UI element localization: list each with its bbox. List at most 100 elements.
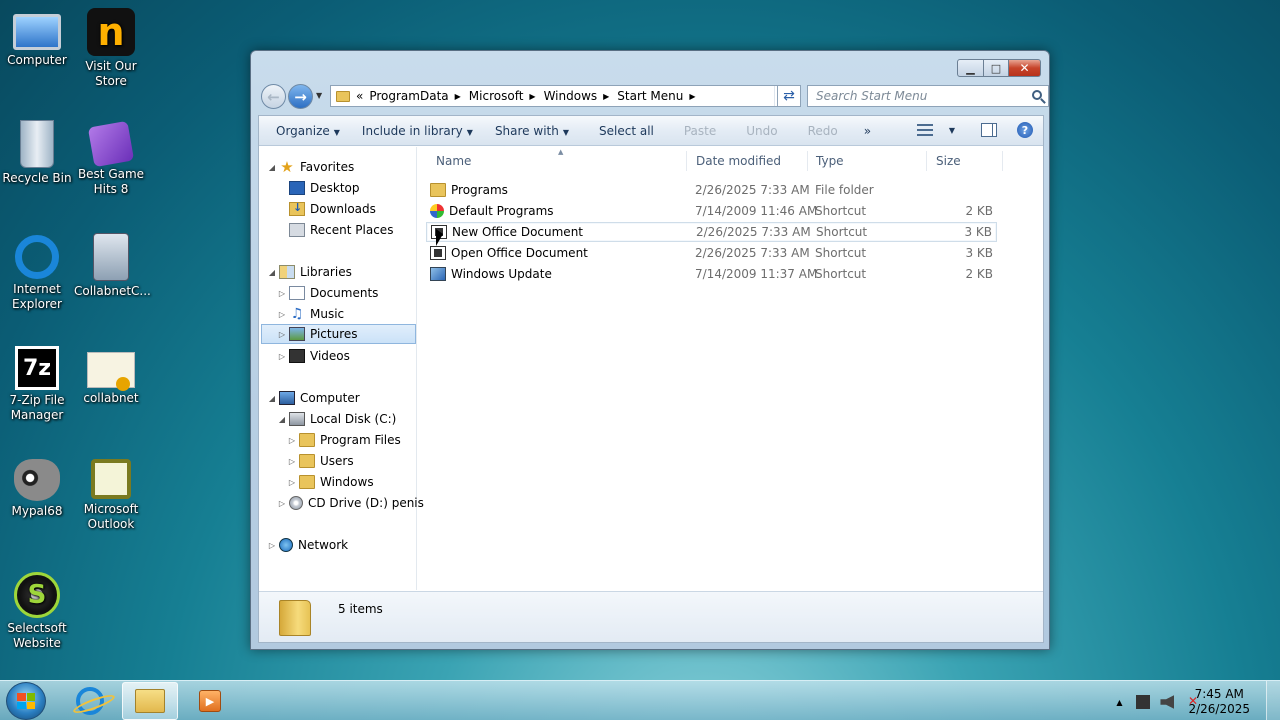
breadcrumb-microsoft[interactable]: Microsoft (469, 89, 524, 103)
expand-arrow-icon[interactable]: ▷ (267, 541, 277, 550)
nav-label: Desktop (310, 181, 360, 195)
expand-arrow-icon[interactable]: ▷ (277, 352, 287, 361)
chevron-right-icon[interactable]: ▶ (455, 92, 461, 101)
desktop-icon-internet-explorer[interactable]: Internet Explorer (0, 233, 74, 312)
column-header-type[interactable]: Type (808, 151, 927, 171)
desktop-icon-recycle-bin[interactable]: Recycle Bin (0, 120, 74, 186)
nav-favorites[interactable]: ◢ ★ Favorites (267, 157, 354, 177)
command-bar: Organize ▼ Include in library ▼ Share with… (259, 116, 1043, 146)
taskbar-media-player[interactable]: ▶ (182, 682, 238, 720)
recent-pages-dropdown[interactable]: ▼ (316, 91, 322, 100)
desktop-icon-selectsoft[interactable]: S Selectsoft Website (0, 572, 74, 651)
system-tray: ▲ 7:45 AM 2/26/2025 (1116, 687, 1250, 717)
expand-arrow-icon[interactable]: ▷ (287, 457, 297, 466)
breadcrumb-start-menu[interactable]: Start Menu (617, 89, 683, 103)
search-input[interactable]: Search Start Menu (807, 85, 1049, 107)
nav-computer[interactable]: ◢ Computer (267, 388, 360, 408)
desktop-icon-computer[interactable]: Computer (0, 8, 74, 68)
desktop-icon-microsoft-outlook[interactable]: Microsoft Outlook (74, 459, 148, 532)
show-desktop-button[interactable] (1266, 681, 1280, 720)
maximize-button[interactable]: □ (984, 59, 1009, 77)
action-center-flag-icon[interactable] (1136, 695, 1151, 709)
nav-label: Music (310, 307, 345, 321)
share-with-button[interactable]: Share with ▼ (486, 124, 578, 138)
nav-recent-places[interactable]: Recent Places (289, 220, 393, 240)
select-all-button[interactable]: Select all (590, 124, 663, 138)
taskbar-internet-explorer[interactable] (62, 682, 118, 720)
breadcrumb-windows[interactable]: Windows (544, 89, 598, 103)
desktop-icon-collabnetc[interactable]: CollabnetC... (74, 233, 151, 299)
nav-cd-drive[interactable]: ▷ CD Drive (D:) penis (277, 493, 424, 513)
expand-arrow-icon[interactable]: ◢ (267, 268, 277, 277)
file-row[interactable]: Programs 2/26/2025 7:33 AM File folder (426, 180, 997, 200)
address-bar[interactable]: « ProgramData ▶ Microsoft ▶ Windows ▶ St… (330, 85, 797, 107)
expand-arrow-icon[interactable]: ◢ (277, 415, 287, 424)
forward-button[interactable]: → (288, 84, 313, 109)
nav-downloads[interactable]: Downloads (289, 199, 376, 219)
nav-pictures[interactable]: ▷ Pictures (261, 324, 416, 344)
nav-program-files[interactable]: ▷ Program Files (287, 430, 401, 450)
back-button[interactable]: ← (261, 84, 286, 109)
expand-arrow-icon[interactable]: ▷ (287, 436, 297, 445)
nav-music[interactable]: ▷ ♫ Music (277, 304, 344, 324)
volume-muted-icon[interactable] (1160, 695, 1175, 709)
nav-users[interactable]: ▷ Users (287, 451, 354, 471)
desktop-icon-label: Microsoft Outlook (83, 502, 139, 531)
change-view-icon[interactable] (916, 124, 933, 136)
include-in-library-button[interactable]: Include in library ▼ (353, 124, 482, 138)
windows-logo-icon (17, 693, 35, 709)
expand-arrow-icon[interactable]: ◢ (267, 394, 277, 403)
column-label: Date modified (696, 154, 782, 168)
expand-arrow-icon[interactable]: ◢ (267, 163, 277, 172)
expand-arrow-icon[interactable]: ▷ (277, 310, 287, 319)
refresh-button[interactable]: ⇄ (777, 85, 801, 107)
desktop-icon-visit-our-store[interactable]: n Visit Our Store (74, 8, 148, 89)
chevron-right-icon[interactable]: ▶ (603, 92, 609, 101)
show-hidden-icons-icon[interactable]: ▲ (1116, 698, 1122, 707)
file-name-cell: New Office Document (431, 225, 583, 239)
desktop-icon-mypal68[interactable]: Mypal68 (0, 459, 74, 519)
nav-windows[interactable]: ▷ Windows (287, 472, 374, 492)
expand-arrow-icon[interactable]: ▷ (277, 289, 287, 298)
breadcrumb-overflow[interactable]: « (356, 89, 363, 103)
column-label: Name (436, 154, 472, 168)
desktop-icon-collabnet[interactable]: collabnet (74, 346, 148, 406)
search-icon[interactable] (1032, 90, 1042, 100)
desktop-icon-label: collabnet (83, 391, 139, 405)
collabnet-app-icon (93, 233, 129, 281)
breadcrumb-programdata[interactable]: ProgramData (369, 89, 448, 103)
desktop-icon-best-game-hits[interactable]: Best Game Hits 8 (74, 120, 148, 197)
expand-arrow-icon[interactable]: ▷ (287, 478, 297, 487)
column-header-size[interactable]: Size (928, 151, 1003, 171)
more-commands-button[interactable]: » (855, 124, 880, 138)
chevron-right-icon[interactable]: ▶ (689, 92, 695, 101)
default-programs-icon (430, 204, 444, 218)
nav-documents[interactable]: ▷ Documents (277, 283, 378, 303)
nav-videos[interactable]: ▷ Videos (277, 346, 350, 366)
file-row[interactable]: New Office Document 2/26/2025 7:33 AM Sh… (426, 222, 997, 242)
view-options-dropdown[interactable]: ▼ (949, 126, 955, 135)
desktop-icon-7zip[interactable]: 7z 7-Zip File Manager (0, 346, 74, 423)
redo-button: Redo (807, 123, 838, 138)
expand-arrow-icon[interactable]: ▷ (277, 330, 287, 339)
minimize-button[interactable]: ▁ (957, 59, 984, 77)
nav-network[interactable]: ▷ Network (267, 535, 348, 555)
nav-desktop[interactable]: Desktop (289, 178, 360, 198)
nav-local-disk[interactable]: ◢ Local Disk (C:) (277, 409, 396, 429)
file-row[interactable]: Windows Update 7/14/2009 11:37 AM Shortc… (426, 264, 997, 284)
file-row[interactable]: Default Programs 7/14/2009 11:46 AM Shor… (426, 201, 997, 221)
column-header-name[interactable]: Name ▲ (428, 148, 687, 171)
organize-button[interactable]: Organize ▼ (267, 124, 349, 138)
taskbar-windows-explorer[interactable] (122, 682, 178, 720)
nav-label: Network (298, 538, 349, 552)
file-row[interactable]: Open Office Document 2/26/2025 7:33 AM S… (426, 243, 997, 263)
chevron-right-icon[interactable]: ▶ (529, 92, 535, 101)
close-button[interactable]: ✕ (1009, 59, 1041, 77)
preview-pane-icon[interactable] (981, 123, 997, 137)
column-header-date[interactable]: Date modified (688, 151, 808, 171)
nav-libraries[interactable]: ◢ Libraries (267, 262, 352, 282)
expand-arrow-icon[interactable]: ▷ (277, 499, 287, 508)
share-label: Share with (494, 123, 559, 138)
help-icon[interactable]: ? (1017, 122, 1033, 138)
start-button[interactable] (6, 682, 46, 720)
